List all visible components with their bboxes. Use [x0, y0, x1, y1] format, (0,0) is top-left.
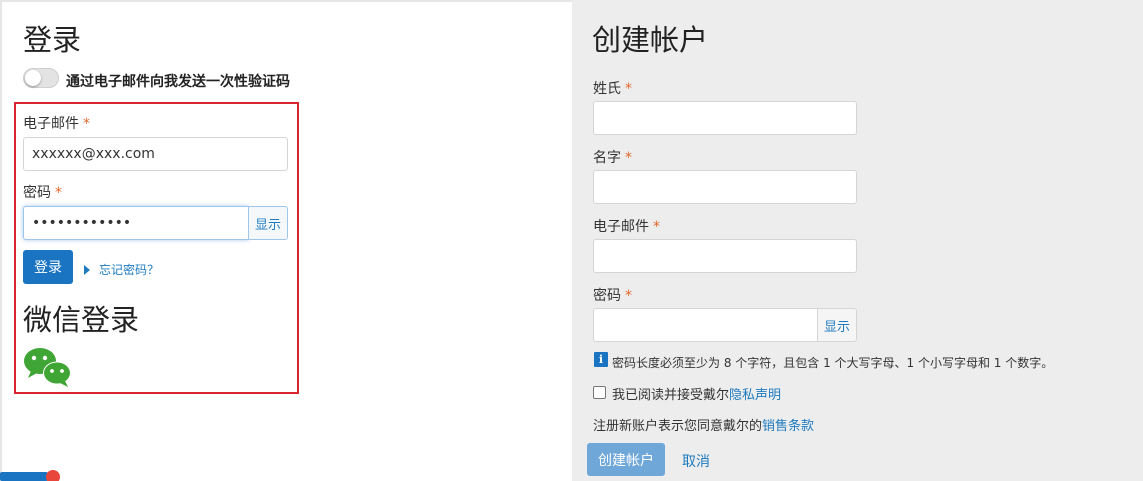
- register-password-label-text: 密码: [593, 288, 621, 304]
- privacy-agree-text: 我已阅读并接受戴尔隐私声明: [612, 384, 781, 403]
- otp-toggle-label: 通过电子邮件向我发送一次性验证码: [66, 74, 290, 90]
- privacy-statement-link[interactable]: 隐私声明: [729, 388, 781, 403]
- toggle-knob: [25, 70, 41, 86]
- register-show-password-button[interactable]: 显示: [817, 308, 857, 342]
- login-password-input[interactable]: ••••••••••••: [23, 206, 249, 240]
- register-email-label-text: 电子邮件: [593, 219, 649, 235]
- terms-of-sale-link[interactable]: 销售条款: [762, 419, 814, 434]
- password-requirements-hint: 密码长度必须至少为 8 个字符，且包含 1 个大写字母、1 个小写字母和 1 个…: [612, 356, 1054, 370]
- login-email-input[interactable]: xxxxxx@xxx.com: [23, 137, 288, 171]
- login-password-label-text: 密码: [23, 185, 51, 201]
- caret-right-icon: [84, 264, 90, 275]
- login-show-password-button[interactable]: 显示: [248, 206, 288, 240]
- cancel-link[interactable]: 取消: [682, 451, 710, 471]
- required-mark: *: [55, 185, 62, 201]
- scroll-handle[interactable]: [46, 470, 60, 481]
- register-password-label: 密码 *: [593, 285, 632, 305]
- register-email-input[interactable]: [593, 239, 857, 273]
- info-icon: i: [594, 352, 608, 367]
- required-mark: *: [625, 288, 632, 304]
- wechat-login-title: 微信登录: [23, 303, 140, 337]
- required-mark: *: [83, 116, 90, 132]
- required-mark: *: [653, 219, 660, 235]
- register-email-label: 电子邮件 *: [593, 216, 660, 236]
- required-mark: *: [625, 81, 632, 97]
- last-name-input[interactable]: [593, 101, 857, 135]
- login-title: 登录: [23, 23, 82, 57]
- privacy-agree-prefix: 我已阅读并接受戴尔: [612, 388, 730, 403]
- terms-text: 注册新账户表示您同意戴尔的销售条款: [593, 415, 814, 434]
- first-name-input[interactable]: [593, 170, 857, 204]
- wechat-icon[interactable]: [23, 346, 75, 388]
- last-name-label: 姓氏 *: [593, 78, 632, 98]
- register-password-input[interactable]: [593, 308, 818, 342]
- first-name-label-text: 名字: [593, 150, 621, 166]
- privacy-checkbox[interactable]: [593, 386, 606, 399]
- login-email-label: 电子邮件 *: [23, 113, 90, 133]
- create-account-button[interactable]: 创建帐户: [587, 443, 665, 476]
- scroll-bar: [0, 472, 48, 481]
- wechat-icon-svg: [24, 348, 71, 387]
- required-mark: *: [625, 150, 632, 166]
- forgot-password-link[interactable]: 忘记密码？: [84, 261, 159, 278]
- first-name-label: 名字 *: [593, 147, 632, 167]
- terms-prefix: 注册新账户表示您同意戴尔的: [593, 419, 763, 434]
- register-title: 创建帐户: [592, 23, 709, 57]
- forgot-password-text[interactable]: 忘记密码？: [99, 261, 159, 278]
- login-password-label: 密码 *: [23, 182, 62, 202]
- login-email-label-text: 电子邮件: [23, 116, 79, 132]
- otp-toggle[interactable]: [23, 68, 59, 88]
- login-button[interactable]: 登录: [23, 250, 73, 284]
- last-name-label-text: 姓氏: [593, 81, 621, 97]
- scroll-indicator[interactable]: [0, 470, 60, 481]
